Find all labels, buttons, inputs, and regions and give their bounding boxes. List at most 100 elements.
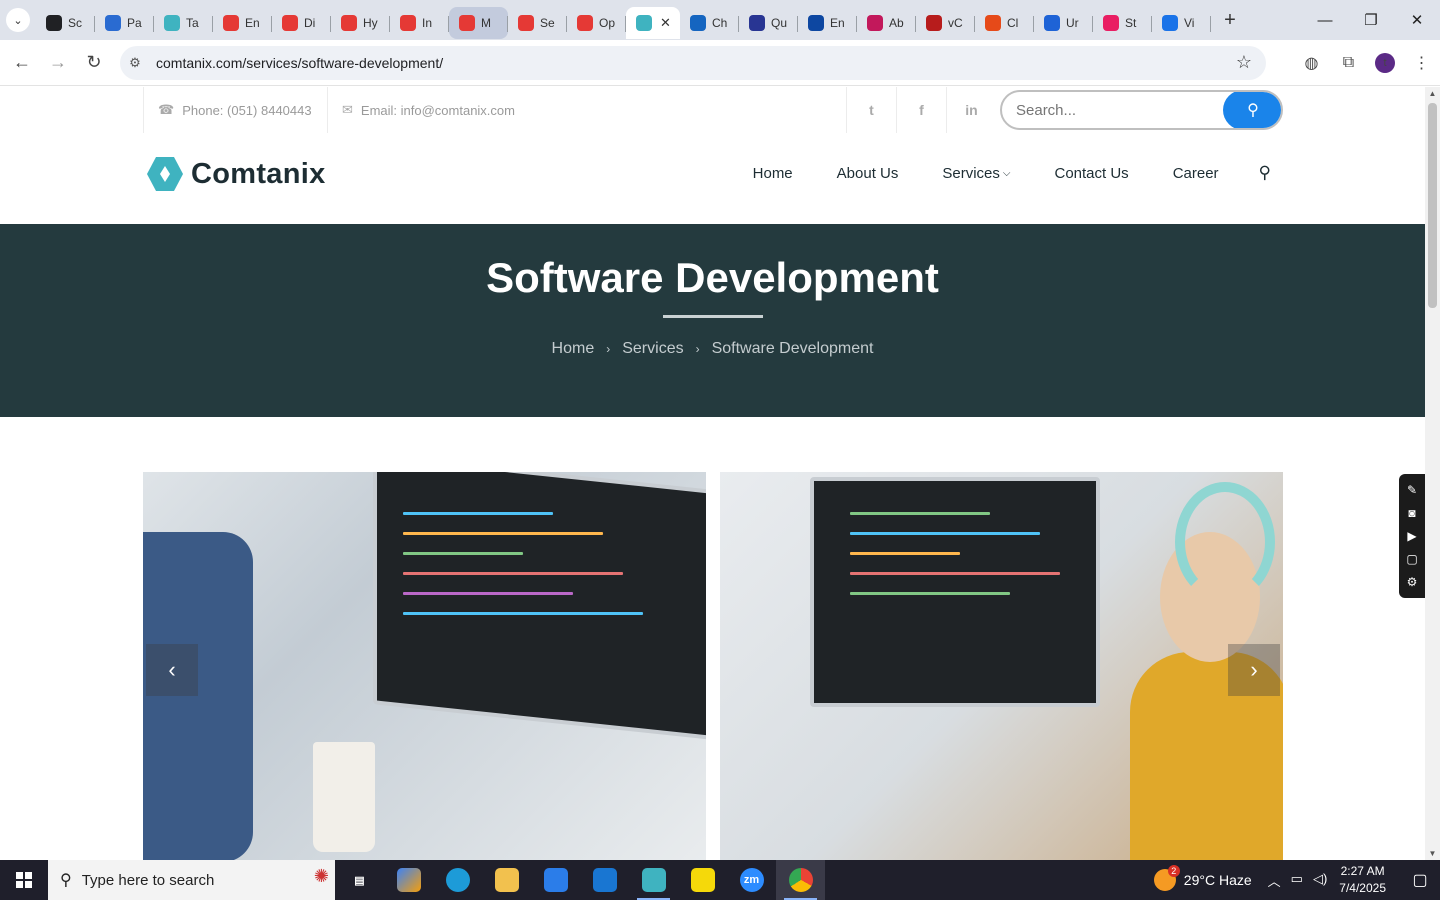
back-button[interactable]: ← [4,45,40,81]
close-window-button[interactable]: ✕ [1394,0,1440,40]
weather-widget[interactable]: 2 29°C Haze [1153,865,1252,891]
breadcrumb-home[interactable]: Home [552,340,595,357]
zoom-app[interactable]: zm [727,860,776,900]
browser-tab[interactable]: St [1093,7,1152,39]
search-icon: ⚲ [1247,102,1259,119]
store-app[interactable] [531,860,580,900]
email-info[interactable]: ✉ Email: info@comtanix.com [327,87,529,133]
browser-tab[interactable]: Sc [36,7,95,39]
carousel-prev-button[interactable]: ‹ [146,644,198,696]
close-tab-icon[interactable]: ✕ [660,15,671,31]
restore-button[interactable]: ❐ [1348,0,1394,40]
tab-favicon-icon [518,15,534,31]
tab-search-button[interactable]: ⌄ [0,0,36,40]
bookmark-star-icon[interactable]: ☆ [1236,52,1252,73]
edge-app[interactable] [433,860,482,900]
scroll-up-icon[interactable]: ▲ [1425,89,1440,98]
main-navigation: Home About Us Services ⌵ Contact Us Caree… [753,163,1283,183]
browser-tab[interactable]: Ch [680,7,739,39]
linkedin-icon[interactable]: in [946,87,996,133]
browser-tab[interactable]: Vi [1152,7,1211,39]
tab-favicon-icon [867,15,883,31]
code-line [403,532,603,535]
site-info-icon[interactable]: ⚙ [120,55,150,71]
browser-tab[interactable]: In [390,7,449,39]
browser-tab[interactable]: Ab [857,7,916,39]
brand-logo[interactable]: Comtanix [147,157,326,191]
browser-tab[interactable]: vC [916,7,975,39]
extensions-icon[interactable]: ⧉ [1330,54,1367,72]
taskbar-search[interactable]: ⚲ Type here to search ✺ [48,860,335,900]
browser-tab[interactable]: Op [567,7,626,39]
scroll-down-icon[interactable]: ▼ [1425,849,1440,858]
phone-info[interactable]: ☎ Phone: (051) 8440443 [143,87,327,133]
translate-icon[interactable]: ◍ [1293,53,1330,73]
carousel-next-button[interactable]: › [1228,644,1280,696]
video-icon[interactable]: ▶ [1407,529,1416,543]
search-icon: ⚲ [60,872,72,889]
web-page: ☎ Phone: (051) 8440443 ✉ Email: info@comta… [0,87,1425,860]
browser-tab[interactable]: Hy [331,7,390,39]
nav-contact-us[interactable]: Contact Us [1054,165,1128,182]
chevron-right-icon: › [1250,657,1258,682]
nav-home[interactable]: Home [753,165,793,182]
file-explorer-app[interactable] [482,860,531,900]
nav-career[interactable]: Career [1173,165,1219,182]
nav-search-icon[interactable]: ⚲ [1259,163,1271,183]
gear-icon[interactable]: ⚙ [1407,575,1418,589]
start-button[interactable] [0,860,48,900]
tab-label: Ta [186,16,199,30]
tab-favicon-icon [808,15,824,31]
browser-tab[interactable]: Qu [739,7,798,39]
nav-services[interactable]: Services ⌵ [942,165,1010,182]
browser-tab[interactable]: Pa [95,7,154,39]
reload-button[interactable]: ↻ [76,45,112,81]
network-icon[interactable]: ▭ [1291,871,1303,890]
tab-active[interactable]: ✕ [626,7,680,39]
code-line [850,572,1060,575]
sticky-notes-app[interactable] [678,860,727,900]
camera-icon[interactable]: ◙ [1408,506,1415,520]
address-bar[interactable]: ⚙ comtanix.com/services/software-develop… [120,46,1266,80]
browser-tab[interactable]: Di [272,7,331,39]
mail-app[interactable] [580,860,629,900]
edge-icon [445,868,470,892]
chevron-up-icon[interactable]: ︿ [1268,871,1281,890]
profile-avatar[interactable]: t [1375,53,1395,73]
chrome-app[interactable] [776,860,825,900]
chevron-down-icon: ⌄ [6,8,30,32]
tab-label: Se [540,16,555,30]
site-search: ⚲ [1000,90,1283,130]
clock[interactable]: 2:27 AM 7/4/2025 [1339,863,1386,897]
facebook-icon[interactable]: f [896,87,946,133]
forward-button[interactable]: → [40,45,76,81]
code-line [403,552,523,555]
browser-tab[interactable]: Ur [1034,7,1093,39]
browser-tab[interactable]: M [449,7,508,39]
pin-icon[interactable]: ✎ [1407,483,1417,497]
tab-label: Cl [1007,16,1019,30]
window-icon[interactable]: ▢ [1406,552,1417,566]
breadcrumb-services[interactable]: Services [622,340,683,357]
browser-tab[interactable]: Se [508,7,567,39]
browser-tab[interactable]: En [213,7,272,39]
browser-tab[interactable]: En [798,7,857,39]
search-submit-button[interactable]: ⚲ [1223,92,1281,128]
task-view-button[interactable]: ▤ [335,860,384,900]
search-input[interactable] [1002,101,1222,119]
twitter-icon[interactable]: t [846,87,896,133]
copilot-app[interactable] [384,860,433,900]
minimize-button[interactable]: — [1302,0,1348,40]
comtanix-app[interactable] [629,860,678,900]
volume-icon[interactable]: ◁) [1313,871,1327,890]
browser-tab[interactable]: Ta [154,7,213,39]
notification-icon[interactable]: ▢ [1400,870,1440,890]
taskbar-search-placeholder: Type here to search [81,871,215,889]
new-tab-button[interactable]: + [1215,5,1245,35]
url-text: comtanix.com/services/software-developme… [156,55,444,71]
nav-about-us[interactable]: About Us [837,165,899,182]
more-menu-icon[interactable]: ⋮ [1403,53,1440,73]
browser-tab[interactable]: Cl [975,7,1034,39]
scrollbar-thumb[interactable] [1428,103,1437,308]
page-scrollbar[interactable]: ▲ ▼ [1425,87,1440,860]
